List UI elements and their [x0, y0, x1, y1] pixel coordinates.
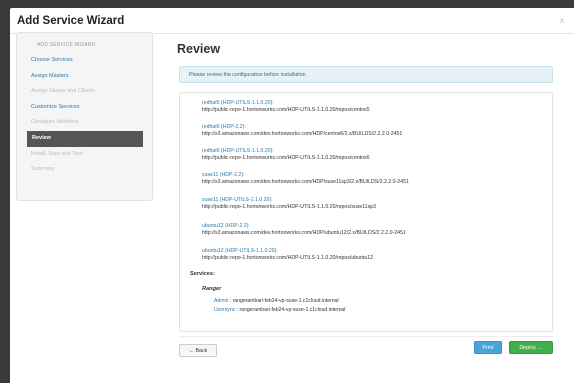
wizard-sidebar: ADD SERVICE WIZARD Choose Services Assig…: [16, 32, 153, 201]
repo-name: redhat6 (HDP-UTILS-1.1.0.20):: [202, 148, 274, 154]
repo-url: http://public-repo-1.hortonworks.com/HDP…: [202, 255, 373, 261]
repo-entry: redhat6 (HDP-UTILS-1.1.0.20): http://pub…: [202, 148, 370, 162]
repo-entry: suse11 (HDP-UTILS-1.1.0.20): http://publ…: [202, 197, 376, 211]
repo-name: ubuntu12 (HDP-UTILS-1.1.0.20):: [202, 248, 278, 254]
component-host: : rangerambari-feb24-vp-suse-1.c1cloud.i…: [235, 307, 346, 313]
repo-name: ubuntu12 (HDP-2.2):: [202, 223, 250, 229]
repo-entry: ubuntu12 (HDP-2.2): http://s3.amazonaws.…: [202, 223, 406, 237]
print-button[interactable]: Print: [474, 341, 502, 354]
deploy-button[interactable]: Deploy →: [509, 341, 553, 354]
step-review[interactable]: Review: [27, 130, 143, 147]
repo-url: http://public-repo-1.hortonworks.com/HDP…: [202, 155, 370, 161]
repo-name: suse11 (HDP-UTILS-1.1.0.20):: [202, 197, 273, 203]
repo-name: redhat5 (HDP-UTILS-1.1.0.20):: [202, 100, 274, 106]
repo-url: http://s3.amazonaws.com/dev.hortonworks.…: [202, 230, 406, 236]
page-title: Review: [177, 42, 221, 56]
step-assign-slaves-clients: Assign Slaves and Clients: [31, 88, 95, 95]
step-summary: Summary: [31, 166, 55, 173]
step-choose-services[interactable]: Choose Services: [17, 53, 152, 69]
repo-name: redhat6 (HDP-2.2):: [202, 124, 246, 130]
modal-title: Add Service Wizard: [17, 15, 125, 27]
repo-entry: ubuntu12 (HDP-UTILS-1.1.0.20): http://pu…: [202, 248, 373, 262]
sidebar-header: ADD SERVICE WIZARD: [37, 42, 96, 48]
repo-url: http://s3.amazonaws.com/dev.hortonworks.…: [202, 131, 403, 137]
step-assign-masters[interactable]: Assign Masters: [17, 69, 152, 85]
step-install-start-test: Install, Start and Test: [31, 150, 83, 157]
footer-divider: [179, 336, 553, 337]
repo-entry: redhat5 (HDP-UTILS-1.1.0.20): http://pub…: [202, 100, 370, 114]
component-host: : rangerambari-feb24-vp-suse-1.c1cloud.i…: [228, 298, 339, 304]
repo-entry: suse11 (HDP-2.2): http://s3.amazonaws.co…: [202, 172, 409, 186]
repo-name: suse11 (HDP-2.2):: [202, 172, 245, 178]
back-button[interactable]: ← Back: [179, 344, 217, 357]
repo-entry: redhat6 (HDP-2.2): http://s3.amazonaws.c…: [202, 124, 402, 138]
info-alert: Please review the configuration before i…: [179, 66, 553, 83]
step-customize-services[interactable]: Customize Services: [17, 100, 152, 116]
step-configure-identities: Configure Identities: [31, 119, 79, 126]
modal-header: Add Service Wizard x: [10, 8, 574, 34]
repo-url: http://s3.amazonaws.com/dev.hortonworks.…: [202, 179, 409, 185]
repo-url: http://public-repo-1.hortonworks.com/HDP…: [202, 204, 377, 210]
component-label: Usersync: [214, 307, 236, 313]
close-button[interactable]: x: [560, 16, 564, 25]
service-component: Admin : rangerambari-feb24-vp-suse-1.c1c…: [214, 298, 339, 304]
repo-url: http://public-repo-1.hortonworks.com/HDP…: [202, 107, 370, 113]
review-panel: redhat5 (HDP-UTILS-1.1.0.20): http://pub…: [179, 92, 553, 332]
service-component: Usersync : rangerambari-feb24-vp-suse-1.…: [214, 307, 345, 313]
services-heading: Services:: [190, 271, 215, 277]
service-name: Ranger: [202, 286, 222, 292]
component-label: Admin: [214, 298, 229, 304]
